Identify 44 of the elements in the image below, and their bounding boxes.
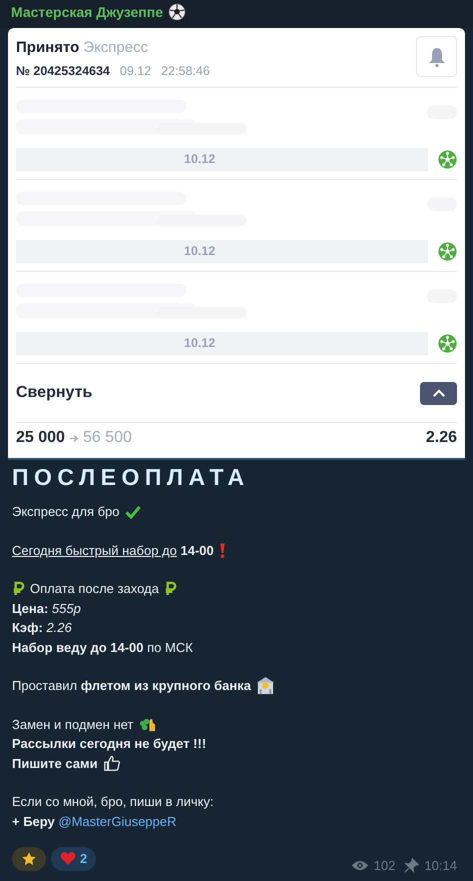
channel-name[interactable]: Мастерская Джузеппе [11,4,163,20]
post-text: Пишите сами [12,754,98,772]
post-text: Проставил флетом из крупного банка [12,677,251,695]
thumbs-up-icon [102,754,121,772]
payout-amount: 56 500 [82,429,132,447]
post-text: Набор веду до 14-00 по МСК [12,638,193,657]
check-mark-icon [124,504,141,519]
view-count: 102 [374,858,396,873]
ruble-icon [164,581,177,596]
bet-date: 09.12 [120,64,152,78]
stake-amount: 25 000 [16,429,65,447]
username-link[interactable]: @MasterGiuseppeR [58,814,176,828]
post-text: Кэф: 2.26 [12,619,72,637]
post-text: Сегодня быстрый набор до 14-00 [12,542,214,560]
collapse-button[interactable] [420,382,457,404]
post-text: Оплата после захода [30,580,159,598]
star-icon [21,850,37,866]
reaction-chip[interactable] [12,846,46,870]
post-text: + Беру @MasterGiuseppeR [12,812,176,831]
reaction-chip[interactable]: 2 [51,846,96,870]
bank-icon [256,676,275,696]
caret-icon [432,388,446,398]
post-text: Замен и подмен нет [12,716,134,734]
collapse-label[interactable]: Свернуть [16,384,92,402]
event-date: 10.12 [16,332,428,355]
exclamation-icon [218,542,226,559]
post-text: Если со мной, бро, пиши в личку: [12,793,214,811]
bet-type: Экспресс [83,39,148,56]
bet-time: 22:58:46 [161,64,210,78]
post-time: 10:14 [424,858,457,873]
post-title: ПОСЛЕОПЛАТА [12,463,251,492]
arrow-icon [68,434,79,442]
bet-number: № 20425324634 [16,64,110,78]
event-date: 10.12 [16,148,428,171]
eye-icon [350,859,369,872]
post-text: Цена: 555р [12,600,81,618]
bet-status: Принято [16,39,80,56]
post-text: Рассылки сегодня не будет !!! [12,735,206,753]
total-odds: 2.26 [426,429,457,447]
ruble-icon [12,581,25,596]
post-text: Экспресс для бро [12,503,120,521]
notification-button[interactable] [416,36,457,77]
heart-icon [60,851,76,866]
event-date: 10.12 [16,240,428,263]
